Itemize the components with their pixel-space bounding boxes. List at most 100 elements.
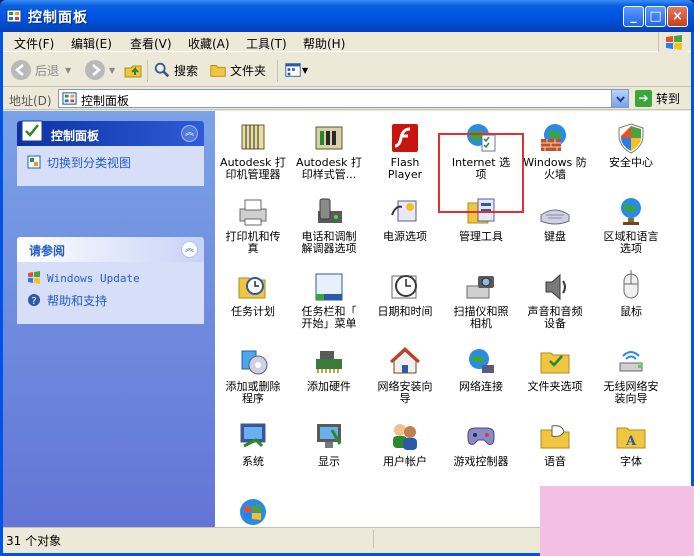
control-panel-item[interactable]: 语音: [517, 420, 593, 494]
windows-update-label: Windows Update: [47, 271, 140, 285]
wireless-setup-icon: [614, 345, 648, 379]
go-button[interactable]: ➔ 转到: [635, 89, 680, 108]
control-panel-item[interactable]: 显示: [291, 420, 367, 494]
power-options-icon: [388, 195, 422, 229]
control-panel-item[interactable]: 声音和音频 设备: [517, 270, 593, 344]
toolbar: 后退 ▼ ▼ 搜索 文件夹 ▼: [3, 53, 691, 87]
category-view-icon: [27, 155, 41, 169]
control-panel-item-label: Windows 防 火墙: [523, 156, 587, 181]
control-panel-item[interactable]: 网络连接: [443, 345, 519, 419]
control-panel-item[interactable]: A 字体: [593, 420, 669, 494]
control-panel-item[interactable]: 系统: [215, 420, 291, 494]
flash-player-icon: [388, 121, 422, 155]
see-also-section-header[interactable]: 请参阅 ︽: [17, 237, 204, 262]
control-panel-item[interactable]: 打印机和传 真: [215, 195, 291, 269]
go-label: 转到: [656, 92, 681, 106]
control-panel-item[interactable]: Windows 防 火墙: [517, 121, 593, 195]
control-panel-item[interactable]: 区域和语言 选项: [593, 195, 669, 269]
control-panel-item[interactable]: 添加或删除 程序: [215, 345, 291, 419]
minimize-button[interactable]: _: [623, 6, 644, 27]
control-panel-item-label: 添加硬件: [307, 380, 351, 393]
control-panel-item[interactable]: 自动更新: [215, 495, 291, 527]
overlay-patch: [540, 486, 694, 556]
control-panel-item[interactable]: 游戏控制器: [443, 420, 519, 494]
control-panel-icon: [6, 9, 22, 23]
forward-dropdown-icon[interactable]: ▼: [109, 66, 115, 75]
collapse-icon[interactable]: ︽: [181, 241, 198, 258]
control-panel-item-label: Autodesk 打 印样式管...: [296, 156, 362, 181]
toolbar-separator: [277, 60, 278, 82]
control-panel-item[interactable]: 文件夹选项: [517, 345, 593, 419]
control-panel-item-label: 用户帐户: [383, 455, 427, 468]
help-icon: ?: [28, 294, 40, 307]
search-button[interactable]: 搜索: [153, 59, 198, 81]
control-panel-item[interactable]: 鼠标: [593, 270, 669, 344]
control-panel-item[interactable]: Autodesk 打 印样式管...: [291, 121, 367, 195]
address-field[interactable]: 控制面板: [58, 89, 629, 108]
views-dropdown-icon: ▼: [302, 65, 309, 75]
menu-file[interactable]: 文件(F): [14, 35, 54, 52]
address-bar: 地址(D) 控制面板 ➔ 转到: [3, 88, 691, 110]
title-bar[interactable]: 控制面板 _ □ ×: [0, 0, 694, 32]
control-panel-item-label: 添加或删除 程序: [225, 380, 281, 405]
control-panel-item[interactable]: 添加硬件: [291, 345, 367, 419]
folders-button[interactable]: 文件夹: [209, 59, 266, 81]
add-remove-programs-icon: [236, 345, 270, 379]
back-button[interactable]: 后退 ▼: [11, 59, 71, 81]
forward-button[interactable]: ▼: [85, 59, 115, 81]
close-button[interactable]: ×: [667, 6, 688, 27]
search-label: 搜索: [174, 63, 199, 78]
control-panel-item-label: 扫描仪和照 相机: [453, 305, 509, 330]
print-style-icon: [312, 121, 346, 155]
maximize-button[interactable]: □: [645, 6, 666, 27]
printers-fax-icon: [236, 195, 270, 229]
phone-modem-icon: [312, 195, 346, 229]
control-panel-item[interactable]: 电话和调制 解调器选项: [291, 195, 367, 269]
control-panel-item[interactable]: 用户帐户: [367, 420, 443, 494]
switch-to-category-view-link[interactable]: 切换到分类视图: [27, 154, 196, 170]
control-panel-item[interactable]: 网络安装向 导: [367, 345, 443, 419]
control-panel-item[interactable]: 电源选项: [367, 195, 443, 269]
control-panel-section-body: 切换到分类视图: [17, 146, 204, 186]
up-folder-icon: [124, 65, 142, 78]
svg-text:?: ?: [31, 296, 36, 307]
control-panel-item[interactable]: Autodesk 打 印机管理器: [215, 121, 291, 195]
control-panel-item-label: 打印机和传 真: [225, 230, 281, 255]
control-panel-item-label: 文件夹选项: [527, 380, 583, 393]
svg-text:A: A: [625, 434, 637, 449]
control-panel-section-header[interactable]: 控制面板 ︽: [17, 120, 204, 146]
windows-update-link[interactable]: Windows Update: [27, 270, 196, 286]
up-folder-button[interactable]: [123, 59, 143, 81]
views-button[interactable]: ▼: [284, 59, 308, 81]
control-panel-item[interactable]: 扫描仪和照 相机: [443, 270, 519, 344]
back-dropdown-icon[interactable]: ▼: [65, 66, 71, 75]
menu-view[interactable]: 查看(V): [130, 35, 172, 52]
control-panel-item[interactable]: 安全中心: [593, 121, 669, 195]
network-connections-icon: [464, 345, 498, 379]
views-icon: [285, 63, 301, 77]
folder-icon: [210, 65, 226, 77]
control-panel-item-label: 键盘: [544, 230, 566, 243]
control-panel-item[interactable]: 日期和时间: [367, 270, 443, 344]
menu-favorites[interactable]: 收藏(A): [188, 35, 230, 52]
network-setup-icon: [388, 345, 422, 379]
display-icon: [312, 420, 346, 454]
help-support-link[interactable]: ? 帮助和支持: [27, 292, 196, 308]
control-panel-item-label: 系统: [242, 455, 264, 468]
see-also-section: 请参阅 ︽ Windows Update ? 帮助和支持: [17, 237, 204, 324]
menu-edit[interactable]: 编辑(E): [71, 35, 112, 52]
control-panel-item-label: 电源选项: [383, 230, 427, 243]
security-center-icon: [614, 121, 648, 155]
control-panel-item[interactable]: Flash Player: [367, 121, 443, 195]
switch-to-category-view-label: 切换到分类视图: [47, 155, 132, 170]
control-panel-item[interactable]: 任务计划: [215, 270, 291, 344]
control-panel-item[interactable]: 键盘: [517, 195, 593, 269]
menu-help[interactable]: 帮助(H): [303, 35, 345, 52]
address-dropdown-icon[interactable]: [611, 90, 628, 107]
control-panel-item[interactable]: 无线网络安 装向导: [593, 345, 669, 419]
menu-tools[interactable]: 工具(T): [246, 35, 287, 52]
collapse-icon[interactable]: ︽: [181, 125, 198, 142]
control-panel-item[interactable]: 任务栏和「 开始」菜单: [291, 270, 367, 344]
control-panel-item-label: Flash Player: [387, 156, 423, 181]
go-arrow-icon: ➔: [635, 90, 652, 107]
